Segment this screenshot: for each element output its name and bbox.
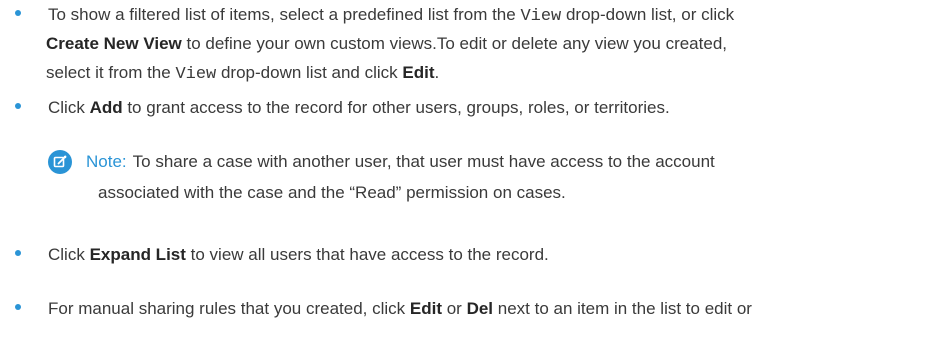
note-line: Note: To share a case with another user, …	[86, 146, 715, 177]
note-edit-icon	[48, 150, 72, 174]
text-span: For manual sharing rules that you create…	[48, 299, 410, 318]
list-item-text: To show a filtered list of items, select…	[46, 0, 951, 87]
note-text: Note: To share a case with another user, …	[86, 146, 715, 208]
list-item-text: Click Add to grant access to the record …	[48, 93, 951, 122]
note-label: Note:	[86, 152, 127, 171]
text-line: For manual sharing rules that you create…	[48, 294, 951, 323]
note-line-2: associated with the case and the “Read” …	[98, 183, 566, 202]
list-item-text: Click Expand List to view all users that…	[48, 240, 951, 269]
text-span: to define your own custom views.To edit …	[181, 34, 727, 53]
text-span: next to an item in the list to edit or	[493, 299, 752, 318]
text-line: select it from the View drop-down list a…	[46, 58, 951, 87]
text-span: Click	[48, 98, 90, 117]
text-span: drop-down list, or click	[561, 5, 735, 24]
text-line: Click Add to grant access to the record …	[48, 93, 951, 122]
text-span: or	[442, 299, 467, 318]
bold-edit: Edit	[409, 299, 442, 318]
list-item-text: For manual sharing rules that you create…	[48, 294, 951, 323]
text-span: Click	[48, 245, 90, 264]
bold-create-new-view: Create New View	[46, 34, 182, 53]
note-line: associated with the case and the “Read” …	[98, 177, 715, 208]
documentation-page: To show a filtered list of items, select…	[0, 0, 951, 337]
bold-edit: Edit	[402, 63, 435, 82]
bold-expand-list: Expand List	[89, 245, 186, 264]
text-span: drop-down list and click	[216, 63, 403, 82]
note-line-1: To share a case with another user, that …	[132, 152, 715, 171]
text-line: To show a filtered list of items, select…	[48, 0, 951, 29]
text-span: to view all users that have access to th…	[185, 245, 549, 264]
text-span: select it from the	[46, 63, 176, 82]
code-view: View	[175, 65, 217, 84]
bullet-icon	[15, 304, 21, 310]
bold-add: Add	[89, 98, 123, 117]
bullet-icon	[15, 250, 21, 256]
code-view: View	[520, 7, 562, 26]
bullet-icon	[15, 10, 21, 16]
text-line: Create New View to define your own custo…	[46, 29, 951, 58]
text-span: to grant access to the record for other …	[122, 98, 670, 117]
bullet-icon	[15, 103, 21, 109]
text-span: To show a filtered list of items, select…	[48, 5, 521, 24]
text-line: Click Expand List to view all users that…	[48, 240, 951, 269]
bold-del: Del	[466, 299, 494, 318]
text-span: .	[434, 63, 440, 82]
